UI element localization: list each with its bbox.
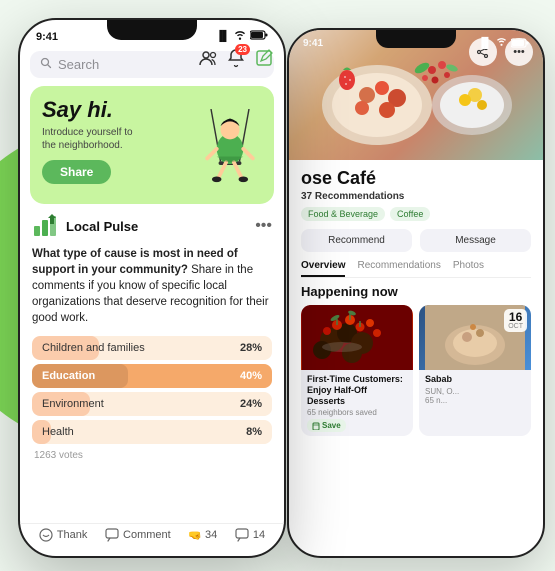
tab-recommendations[interactable]: Recommendations [357,260,440,277]
event-body-second: Sabab SUN, O... 65 n... [419,370,531,409]
bell-icon-wrapper[interactable]: 23 [226,48,246,73]
thank-action[interactable]: Thank [39,528,88,542]
poll-label-children: Children and families [42,342,145,354]
reactions-count: 34 [205,529,217,541]
notch-right [376,30,456,48]
bottom-bar-left: Thank Comment 🤜 34 14 [20,523,284,546]
signal-right: ▐▌ [478,38,492,49]
search-placeholder: Search [58,57,99,72]
status-icons-left: ▐▌ [216,30,268,43]
comment-label: Comment [123,529,171,541]
poll-option-education[interactable]: Education 40% [32,364,272,388]
tag-coffee: Coffee [390,207,430,221]
wifi-right [496,37,507,49]
compose-icon-wrapper[interactable] [254,48,274,73]
comments-count: 14 [253,529,265,541]
poll-label-environment: Environment [42,398,104,410]
poll-pct-health: 8% [246,426,262,438]
thank-label: Thank [57,529,88,541]
poll-label-health: Health [42,426,74,438]
poll-option-children[interactable]: Children and families 28% [32,336,272,360]
poll-question: What type of cause is most in need of su… [32,246,272,326]
event-card-desserts: First-Time Customers: Enjoy Half-Off Des… [301,305,413,436]
wifi-icon [234,30,246,43]
votes-count: 1263 votes [32,450,272,461]
event-meta-second: SUN, O... [425,387,525,396]
event-date-num: 16 [508,311,523,323]
share-button[interactable]: Share [42,160,111,184]
local-pulse-section: Local Pulse ••• What type of cause is mo… [20,212,284,461]
battery-right [511,38,529,48]
cafe-content: ose Café 37 Recommendations Food & Bever… [289,160,543,444]
event-date-badge: 16 OCT [504,309,527,332]
phone-left: 9:41 ▐▌ Search [18,18,286,558]
pulse-title: Local Pulse [66,219,138,234]
tabs-row: Overview Recommendations Photos [301,260,531,278]
event-cards: First-Time Customers: Enjoy Half-Off Des… [301,305,531,436]
tags-row: Food & Beverage Coffee [301,207,531,221]
battery-icon [250,30,268,43]
comments-icon [235,528,249,542]
time-left: 9:41 [36,31,58,43]
signal-icon: ▐▌ [216,31,230,42]
more-options-button[interactable]: ••• [255,217,272,235]
event-card-second: 16 OCT Sabab SUN, O... 65 n... [419,305,531,436]
banner-figure [190,109,270,204]
event-body-desserts: First-Time Customers: Enjoy Half-Off Des… [301,370,413,436]
compose-icon [254,48,274,68]
pulse-chart-icon [32,212,60,240]
people-icon [198,48,218,68]
tab-photos[interactable]: Photos [453,260,484,277]
event-title-second: Sabab [425,374,525,385]
event-meta-desserts: 65 neighbors saved [307,408,407,417]
action-buttons: Recommend Message [301,229,531,252]
poll-pct-education: 40% [240,370,262,382]
notch-left [107,20,197,40]
comment-action[interactable]: Comment [105,528,171,542]
tab-overview[interactable]: Overview [301,260,345,277]
save-button-desserts[interactable]: Save [307,419,346,432]
event-image-second: 16 OCT [419,305,531,370]
event-title-desserts: First-Time Customers: Enjoy Half-Off Des… [307,374,407,406]
status-icons-right: ▐▌ [478,37,529,49]
recs-count: 37 [301,191,312,202]
tag-food: Food & Beverage [301,207,385,221]
banner: Say hi. Introduce yourself to the neighb… [30,86,274,204]
poll-pct-children: 28% [240,342,262,354]
local-pulse-left: Local Pulse [32,212,138,240]
poll-pct-environment: 24% [240,398,262,410]
desserts-illustration [301,305,413,370]
nav-icons: 23 [198,48,274,73]
poll-option-health[interactable]: Health 8% [32,420,272,444]
notification-badge: 23 [235,44,250,55]
people-icon-wrapper[interactable] [198,48,218,73]
poll-option-environment[interactable]: Environment 24% [32,392,272,416]
comments-count-action[interactable]: 14 [235,528,265,542]
phones-container: 9:41 ▐▌ Search [0,0,555,571]
event-image-desserts [301,305,413,370]
local-pulse-header: Local Pulse ••• [32,212,272,240]
recommend-button[interactable]: Recommend [301,229,412,252]
poll-label-education: Education [42,370,95,382]
time-right: 9:41 [303,38,323,49]
cafe-recommendations: 37 Recommendations [301,191,531,202]
thank-icon [39,528,53,542]
phone-right: 9:41 ▐▌ [287,28,545,558]
comment-icon [105,528,119,542]
happening-title: Happening now [301,284,531,299]
heart-icon: 🤜 [188,529,202,542]
event-date-month: OCT [508,323,523,330]
reactions-row: 🤜 34 [188,529,217,542]
recs-label: Recommendations [315,191,404,202]
event-saved-second: 65 n... [425,396,525,405]
message-button[interactable]: Message [420,229,531,252]
banner-subtitle: Introduce yourself to the neighborhood. [42,126,142,152]
search-icon [40,57,52,72]
cafe-name: ose Café [301,168,531,189]
